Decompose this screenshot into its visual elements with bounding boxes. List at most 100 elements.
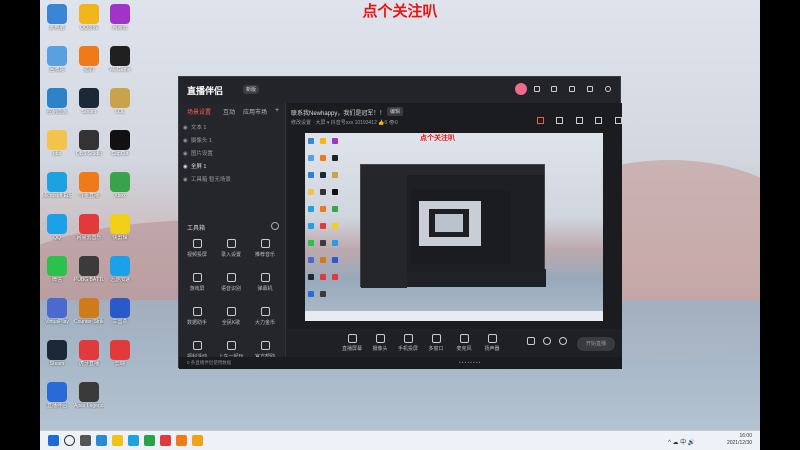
avatar[interactable] [515,83,527,95]
control-button[interactable]: 手机投屏 [393,334,423,352]
bell-icon[interactable] [595,117,603,124]
tool-icon [226,307,236,316]
start-live-button[interactable]: 开始直播 [577,337,615,351]
desktop-icon[interactable]: WeGame [105,46,135,73]
desktop-icon[interactable]: Steam [42,340,72,367]
tray-icons[interactable]: ^ ☁ 中 🔊 [668,437,695,446]
stream-overlay-title: 点个关注叭 [362,2,438,20]
tab-scene[interactable]: 场景设置 [187,107,211,116]
desktop-icon[interactable]: 虎牙直播 [74,340,104,367]
maximize-icon[interactable] [587,86,593,92]
scene-item[interactable]: ◉ 文本 1 [183,123,206,131]
netease-icon[interactable] [160,435,171,446]
tool-label: 视频投屏 [186,252,207,258]
version-badge[interactable]: 新版 [243,85,260,94]
minimize-icon[interactable] [569,86,575,92]
desktop-icon[interactable]: 直播伴侣 [42,382,72,409]
control-button[interactable]: 扬声器 [477,334,507,352]
scene-item[interactable]: ◉ 工具箱 暂无场景 [183,175,231,183]
scene-item[interactable]: ◉ 全屏 1 [183,162,206,170]
beauty-icon[interactable] [543,337,551,345]
desktop-icon[interactable]: Apex Legends [74,382,104,409]
live-preview[interactable]: 点个关注叭 [305,133,603,321]
tool-item[interactable]: 游戏屏 [183,273,211,292]
control-button[interactable]: 麦克风 [449,334,479,352]
task-view-icon[interactable] [80,435,91,446]
gift-icon[interactable] [575,117,583,124]
desktop-icon[interactable]: CapCut [105,130,135,157]
preview-desktop-icon [320,240,326,246]
desktop-icon[interactable]: OBS Studio [74,130,104,157]
app-icon [79,214,99,234]
desktop-icon[interactable]: 此电脑 [42,4,72,31]
app-logo: 直播伴侣 [187,86,224,96]
desktop-icon[interactable]: Counter-Strike Global Off.. [74,298,104,325]
toolbox-more-icon[interactable] [271,222,279,230]
control-button[interactable]: 直播屏幕 [337,334,367,352]
desktop-icon[interactable]: 迅游加速 [105,256,135,283]
desktop-icon[interactable]: 三国杀 [105,298,135,325]
control-button[interactable]: 摄像头 [365,334,395,352]
stream-title[interactable]: 联系我Newhappy，我们是冠军！！ [291,108,385,117]
tab-app-market[interactable]: 应用市场 [243,107,267,116]
desktop-icon[interactable]: 网易云音乐 [74,214,104,241]
tool-item[interactable]: 推荐音乐 [251,239,279,258]
close-icon[interactable] [605,86,611,92]
tool-item[interactable]: 录入设置 [217,239,245,258]
live-companion-window[interactable]: 直播伴侣 新版 场景设置 互动 应用市场 + ◉ 文本 1 ◉ 摄像头 1 ◉ … [178,76,622,369]
tool-item[interactable]: 数据助手 [183,307,211,326]
scene-item[interactable]: ◉ 图片设置 [183,149,213,157]
scene-item[interactable]: ◉ 摄像头 1 [183,136,212,144]
desktop-icon[interactable]: 斗鱼直播 [74,172,104,199]
tool-icon [192,307,202,316]
edit-button[interactable]: 编辑 [387,107,404,116]
desktop-icon[interactable]: QQ [42,214,72,241]
clock[interactable]: 16:00 2021/12/30 [727,433,752,447]
add-scene-icon[interactable]: + [275,107,279,114]
search-icon[interactable] [64,435,75,446]
desktop-icon[interactable]: obs [42,130,72,157]
desktop-icon[interactable]: PUBG BATTLEGR.. [74,256,104,283]
desktop-icon[interactable]: 快剪辑 [105,214,135,241]
control-icon [431,334,441,343]
preview-desktop-icon [308,291,314,297]
tool-item[interactable]: 语音识别 [217,273,245,292]
widgets-icon[interactable] [96,435,107,446]
tool-item[interactable]: 全民K歌 [217,307,245,326]
desktop-icon[interactable]: 猎豹 [74,46,104,73]
camera-toggle-icon[interactable] [527,337,535,345]
gear-icon[interactable] [559,337,567,345]
tab-interact[interactable]: 互动 [223,107,235,116]
message-icon[interactable] [534,86,540,92]
desktop-icon[interactable]: QQ游戏 [74,4,104,31]
settings-icon[interactable] [551,86,557,92]
desktop-icon[interactable]: Microsoft Edge [42,172,72,199]
desktop-icon[interactable]: 微信 [42,256,72,283]
desktop-icon-label: 斗鱼直播 [78,193,99,199]
control-button[interactable]: 多窗口 [421,334,451,352]
tool-item[interactable]: 视频投屏 [183,239,211,258]
desktop-icon[interactable]: 控制面板 [42,88,72,115]
file-explorer-icon[interactable] [112,435,123,446]
desktop-icon-label: QQ游戏 [80,25,98,31]
desktop-icon[interactable]: Steam [74,88,104,115]
title-bar[interactable]: 直播伴侣 新版 [179,77,620,103]
app-icon[interactable] [176,435,187,446]
xbox-icon[interactable] [144,435,155,446]
record-icon[interactable] [537,117,544,124]
start-icon[interactable] [48,435,59,446]
app-icon [110,256,130,276]
app-icon [47,46,67,66]
desktop-icon[interactable]: 回收站 [42,46,72,73]
desktop-icon[interactable]: VirtualPlay [42,298,72,325]
desktop-icon[interactable]: 剪映 [105,340,135,367]
desktop-icon[interactable]: LOL [105,88,135,115]
edge-icon[interactable] [128,435,139,446]
live-companion-taskbar-icon[interactable] [192,435,203,446]
tool-item[interactable]: 大力金币 [251,307,279,326]
layout-icon[interactable] [556,117,564,124]
tool-item[interactable]: 弹幕机 [251,273,279,292]
share-icon[interactable] [614,117,622,124]
desktop-icon[interactable]: 网易云 [105,4,135,31]
desktop-icon[interactable]: Xbox [105,172,135,199]
